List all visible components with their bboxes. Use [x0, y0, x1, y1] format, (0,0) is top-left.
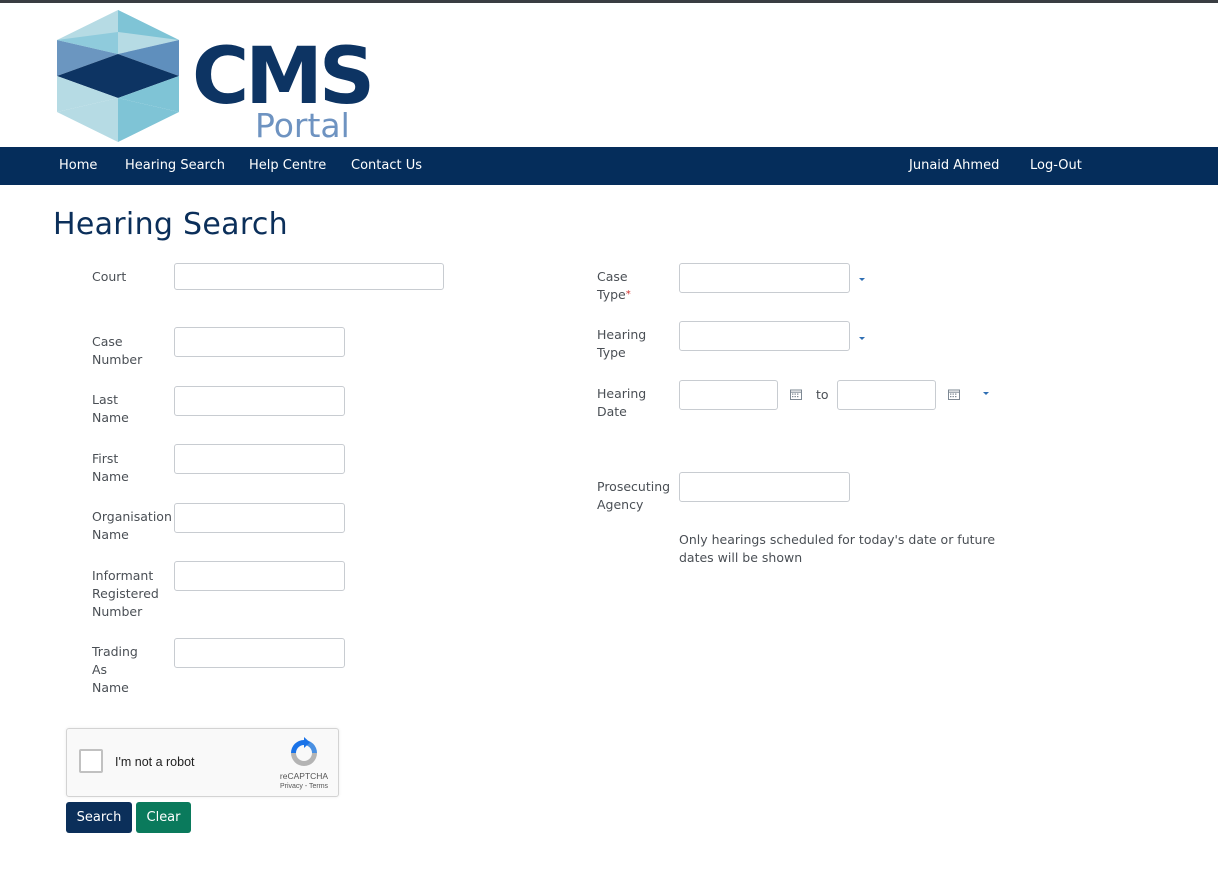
hearing-type-select[interactable] — [679, 321, 850, 351]
informant-number-label: Informant Registered Number — [92, 568, 159, 619]
case-type-select[interactable] — [679, 263, 850, 293]
date-range-caret-down-icon[interactable] — [983, 392, 989, 395]
recaptcha-logo-icon — [291, 737, 317, 766]
hearing-date-to-input[interactable] — [837, 380, 936, 410]
logo-title: CMS — [192, 32, 375, 122]
cube-logo-icon — [57, 10, 179, 142]
required-asterisk: * — [625, 289, 631, 300]
main-navbar: Home Hearing Search Help Centre Contact … — [0, 147, 1218, 185]
last-name-label: Last Name — [92, 392, 129, 425]
case-number-input[interactable] — [174, 327, 345, 357]
nav-home[interactable]: Home — [59, 147, 97, 185]
prosecuting-agency-label: Prosecuting Agency — [597, 479, 671, 512]
organisation-name-label: Organisation Name — [92, 509, 172, 542]
trading-as-name-input[interactable] — [174, 638, 345, 668]
organisation-name-input[interactable] — [174, 503, 345, 533]
recaptcha-widget: I'm not a robot reCAPTCHA Privacy - Term… — [66, 728, 339, 797]
court-input[interactable] — [174, 263, 444, 290]
nav-user-name[interactable]: Junaid Ahmed — [909, 147, 999, 185]
last-name-input[interactable] — [174, 386, 345, 416]
cms-portal-logo[interactable]: CMS Portal — [57, 10, 387, 144]
case-type-caret-down-icon[interactable] — [859, 278, 865, 281]
court-label: Court — [92, 269, 127, 284]
date-to-calendar-icon[interactable] — [948, 389, 960, 400]
hearing-date-label: Hearing Date — [597, 386, 647, 419]
recaptcha-checkbox[interactable] — [79, 749, 103, 773]
hearing-type-caret-down-icon[interactable] — [859, 337, 865, 340]
hearing-type-label: Hearing Type — [597, 327, 647, 360]
first-name-label: First Name — [92, 451, 129, 484]
clear-button[interactable]: Clear — [136, 802, 191, 833]
prosecuting-agency-input[interactable] — [679, 472, 850, 502]
hearing-date-from-input[interactable] — [679, 380, 778, 410]
nav-hearing-search[interactable]: Hearing Search — [125, 147, 225, 185]
logo-subtitle: Portal — [255, 106, 350, 145]
search-button[interactable]: Search — [66, 802, 132, 833]
case-type-label: Case Type* — [597, 269, 631, 302]
nav-help-centre[interactable]: Help Centre — [249, 147, 326, 185]
recaptcha-brand: reCAPTCHA — [279, 771, 329, 781]
informant-number-input[interactable] — [174, 561, 345, 591]
recaptcha-privacy-terms-links[interactable]: Privacy - Terms — [270, 783, 338, 790]
recaptcha-label: I'm not a robot — [115, 755, 195, 769]
case-number-label: Case Number — [92, 334, 143, 367]
top-border — [0, 0, 1218, 3]
date-range-to-label: to — [816, 387, 829, 402]
hearing-date-note: Only hearings scheduled for today's date… — [679, 532, 996, 565]
nav-contact-us[interactable]: Contact Us — [351, 147, 422, 185]
first-name-input[interactable] — [174, 444, 345, 474]
date-from-calendar-icon[interactable] — [790, 389, 802, 400]
nav-logout[interactable]: Log-Out — [1030, 147, 1082, 185]
page-title: Hearing Search — [53, 207, 288, 242]
trading-as-name-label: Trading As Name — [92, 644, 138, 695]
